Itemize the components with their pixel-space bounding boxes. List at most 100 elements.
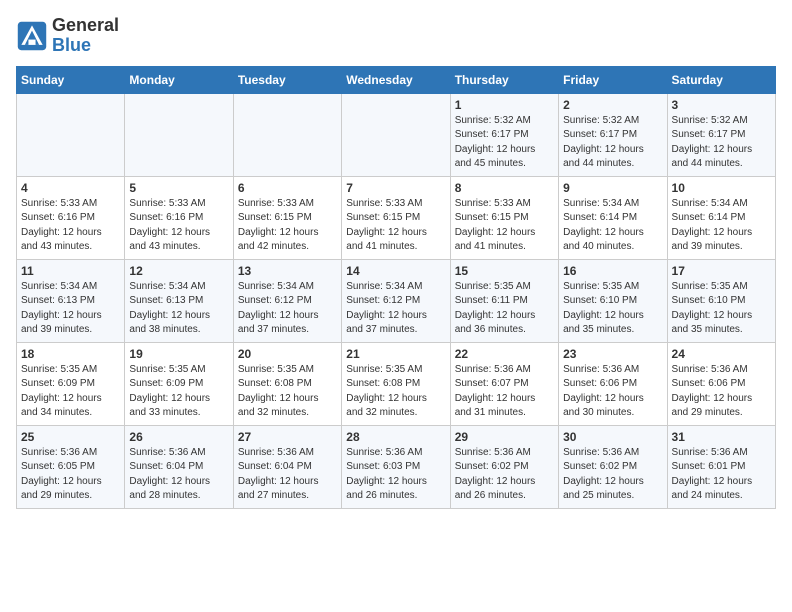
day-info: Sunrise: 5:32 AM Sunset: 6:17 PM Dayligh… — [563, 114, 662, 172]
day-info: Sunrise: 5:32 AM Sunset: 6:17 PM Dayligh… — [672, 114, 771, 172]
calendar-cell: 22 Sunrise: 5:36 AM Sunset: 6:07 PM Dayli… — [450, 342, 558, 425]
calendar-cell: 25 Sunrise: 5:36 AM Sunset: 6:05 PM Dayli… — [17, 425, 125, 508]
weekday-header-row: SundayMondayTuesdayWednesdayThursdayFrid… — [17, 66, 776, 93]
day-info: Sunrise: 5:34 AM Sunset: 6:14 PM Dayligh… — [672, 197, 771, 255]
calendar-cell: 27Sunrise: 5:36 AM Sunset: 6:04 PM Dayli… — [233, 425, 341, 508]
weekday-header-wednesday: Wednesday — [342, 66, 450, 93]
calendar-cell — [342, 93, 450, 176]
logo-text: General Blue — [52, 16, 119, 56]
day-info: Sunrise: 5:35 AM Sunset: 6:10 PM Dayligh… — [563, 280, 662, 338]
day-info: Sunrise: 5:34 AM Sunset: 6:14 PM Dayligh… — [563, 197, 662, 255]
day-number: 14 — [346, 264, 445, 278]
day-number: 19 — [129, 347, 228, 361]
calendar-cell: 16Sunrise: 5:35 AM Sunset: 6:10 PM Dayli… — [559, 259, 667, 342]
day-info: Sunrise: 5:33 AM Sunset: 6:15 PM Dayligh… — [238, 197, 337, 255]
day-info: Sunrise: 5:33 AM Sunset: 6:15 PM Dayligh… — [346, 197, 445, 255]
calendar-cell: 8Sunrise: 5:33 AM Sunset: 6:15 PM Daylig… — [450, 176, 558, 259]
day-number: 26 — [129, 430, 228, 444]
calendar-body: 1 Sunrise: 5:32 AM Sunset: 6:17 PM Daylig… — [17, 93, 776, 508]
day-info: Sunrise: 5:34 AM Sunset: 6:13 PM Dayligh… — [21, 280, 120, 338]
calendar-cell: 12 Sunrise: 5:34 AM Sunset: 6:13 PM Dayli… — [125, 259, 233, 342]
calendar-cell: 9 Sunrise: 5:34 AM Sunset: 6:14 PM Daylig… — [559, 176, 667, 259]
day-info: Sunrise: 5:33 AM Sunset: 6:16 PM Dayligh… — [21, 197, 120, 255]
calendar-week-2: 4 Sunrise: 5:33 AM Sunset: 6:16 PM Daylig… — [17, 176, 776, 259]
calendar-header: SundayMondayTuesdayWednesdayThursdayFrid… — [17, 66, 776, 93]
day-info: Sunrise: 5:36 AM Sunset: 6:02 PM Dayligh… — [563, 446, 662, 504]
day-info: Sunrise: 5:32 AM Sunset: 6:17 PM Dayligh… — [455, 114, 554, 172]
day-info: Sunrise: 5:36 AM Sunset: 6:03 PM Dayligh… — [346, 446, 445, 504]
weekday-header-tuesday: Tuesday — [233, 66, 341, 93]
logo-icon — [16, 20, 48, 52]
day-number: 4 — [21, 181, 120, 195]
calendar-cell: 10 Sunrise: 5:34 AM Sunset: 6:14 PM Dayli… — [667, 176, 775, 259]
calendar-cell: 15Sunrise: 5:35 AM Sunset: 6:11 PM Dayli… — [450, 259, 558, 342]
day-info: Sunrise: 5:36 AM Sunset: 6:04 PM Dayligh… — [129, 446, 228, 504]
day-info: Sunrise: 5:34 AM Sunset: 6:12 PM Dayligh… — [238, 280, 337, 338]
logo: General Blue — [16, 16, 119, 56]
weekday-header-friday: Friday — [559, 66, 667, 93]
day-info: Sunrise: 5:35 AM Sunset: 6:09 PM Dayligh… — [21, 363, 120, 421]
calendar-cell: 18 Sunrise: 5:35 AM Sunset: 6:09 PM Dayli… — [17, 342, 125, 425]
day-number: 22 — [455, 347, 554, 361]
calendar-cell: 7Sunrise: 5:33 AM Sunset: 6:15 PM Daylig… — [342, 176, 450, 259]
day-number: 6 — [238, 181, 337, 195]
day-number: 12 — [129, 264, 228, 278]
day-info: Sunrise: 5:36 AM Sunset: 6:06 PM Dayligh… — [563, 363, 662, 421]
day-info: Sunrise: 5:36 AM Sunset: 6:06 PM Dayligh… — [672, 363, 771, 421]
calendar-week-5: 25 Sunrise: 5:36 AM Sunset: 6:05 PM Dayli… — [17, 425, 776, 508]
day-number: 10 — [672, 181, 771, 195]
day-number: 5 — [129, 181, 228, 195]
day-info: Sunrise: 5:35 AM Sunset: 6:09 PM Dayligh… — [129, 363, 228, 421]
calendar-cell — [233, 93, 341, 176]
calendar-cell: 19 Sunrise: 5:35 AM Sunset: 6:09 PM Dayli… — [125, 342, 233, 425]
calendar-cell: 6 Sunrise: 5:33 AM Sunset: 6:15 PM Daylig… — [233, 176, 341, 259]
calendar-table: SundayMondayTuesdayWednesdayThursdayFrid… — [16, 66, 776, 509]
calendar-cell: 24 Sunrise: 5:36 AM Sunset: 6:06 PM Dayli… — [667, 342, 775, 425]
calendar-cell — [125, 93, 233, 176]
day-info: Sunrise: 5:35 AM Sunset: 6:11 PM Dayligh… — [455, 280, 554, 338]
day-number: 1 — [455, 98, 554, 112]
day-number: 13 — [238, 264, 337, 278]
calendar-cell: 29 Sunrise: 5:36 AM Sunset: 6:02 PM Dayli… — [450, 425, 558, 508]
day-number: 24 — [672, 347, 771, 361]
calendar-cell: 23 Sunrise: 5:36 AM Sunset: 6:06 PM Dayli… — [559, 342, 667, 425]
calendar-cell: 31 Sunrise: 5:36 AM Sunset: 6:01 PM Dayli… — [667, 425, 775, 508]
day-number: 21 — [346, 347, 445, 361]
day-number: 30 — [563, 430, 662, 444]
calendar-cell: 1 Sunrise: 5:32 AM Sunset: 6:17 PM Daylig… — [450, 93, 558, 176]
page-header: General Blue — [16, 16, 776, 56]
day-info: Sunrise: 5:36 AM Sunset: 6:05 PM Dayligh… — [21, 446, 120, 504]
calendar-cell: 21 Sunrise: 5:35 AM Sunset: 6:08 PM Dayli… — [342, 342, 450, 425]
day-info: Sunrise: 5:36 AM Sunset: 6:07 PM Dayligh… — [455, 363, 554, 421]
day-info: Sunrise: 5:35 AM Sunset: 6:08 PM Dayligh… — [346, 363, 445, 421]
day-number: 20 — [238, 347, 337, 361]
calendar-cell: 3 Sunrise: 5:32 AM Sunset: 6:17 PM Daylig… — [667, 93, 775, 176]
calendar-cell: 14Sunrise: 5:34 AM Sunset: 6:12 PM Dayli… — [342, 259, 450, 342]
day-info: Sunrise: 5:35 AM Sunset: 6:10 PM Dayligh… — [672, 280, 771, 338]
day-number: 9 — [563, 181, 662, 195]
calendar-week-1: 1 Sunrise: 5:32 AM Sunset: 6:17 PM Daylig… — [17, 93, 776, 176]
weekday-header-sunday: Sunday — [17, 66, 125, 93]
day-info: Sunrise: 5:36 AM Sunset: 6:04 PM Dayligh… — [238, 446, 337, 504]
calendar-cell: 20Sunrise: 5:35 AM Sunset: 6:08 PM Dayli… — [233, 342, 341, 425]
day-number: 23 — [563, 347, 662, 361]
calendar-cell: 5Sunrise: 5:33 AM Sunset: 6:16 PM Daylig… — [125, 176, 233, 259]
day-number: 18 — [21, 347, 120, 361]
weekday-header-monday: Monday — [125, 66, 233, 93]
calendar-week-4: 18 Sunrise: 5:35 AM Sunset: 6:09 PM Dayli… — [17, 342, 776, 425]
calendar-cell: 4 Sunrise: 5:33 AM Sunset: 6:16 PM Daylig… — [17, 176, 125, 259]
day-info: Sunrise: 5:36 AM Sunset: 6:02 PM Dayligh… — [455, 446, 554, 504]
calendar-cell: 28Sunrise: 5:36 AM Sunset: 6:03 PM Dayli… — [342, 425, 450, 508]
calendar-cell: 17Sunrise: 5:35 AM Sunset: 6:10 PM Dayli… — [667, 259, 775, 342]
day-number: 3 — [672, 98, 771, 112]
day-number: 29 — [455, 430, 554, 444]
calendar-cell: 13 Sunrise: 5:34 AM Sunset: 6:12 PM Dayli… — [233, 259, 341, 342]
calendar-cell: 2Sunrise: 5:32 AM Sunset: 6:17 PM Daylig… — [559, 93, 667, 176]
day-info: Sunrise: 5:34 AM Sunset: 6:13 PM Dayligh… — [129, 280, 228, 338]
weekday-header-saturday: Saturday — [667, 66, 775, 93]
day-info: Sunrise: 5:33 AM Sunset: 6:15 PM Dayligh… — [455, 197, 554, 255]
day-info: Sunrise: 5:36 AM Sunset: 6:01 PM Dayligh… — [672, 446, 771, 504]
day-number: 31 — [672, 430, 771, 444]
day-number: 25 — [21, 430, 120, 444]
calendar-cell: 11Sunrise: 5:34 AM Sunset: 6:13 PM Dayli… — [17, 259, 125, 342]
